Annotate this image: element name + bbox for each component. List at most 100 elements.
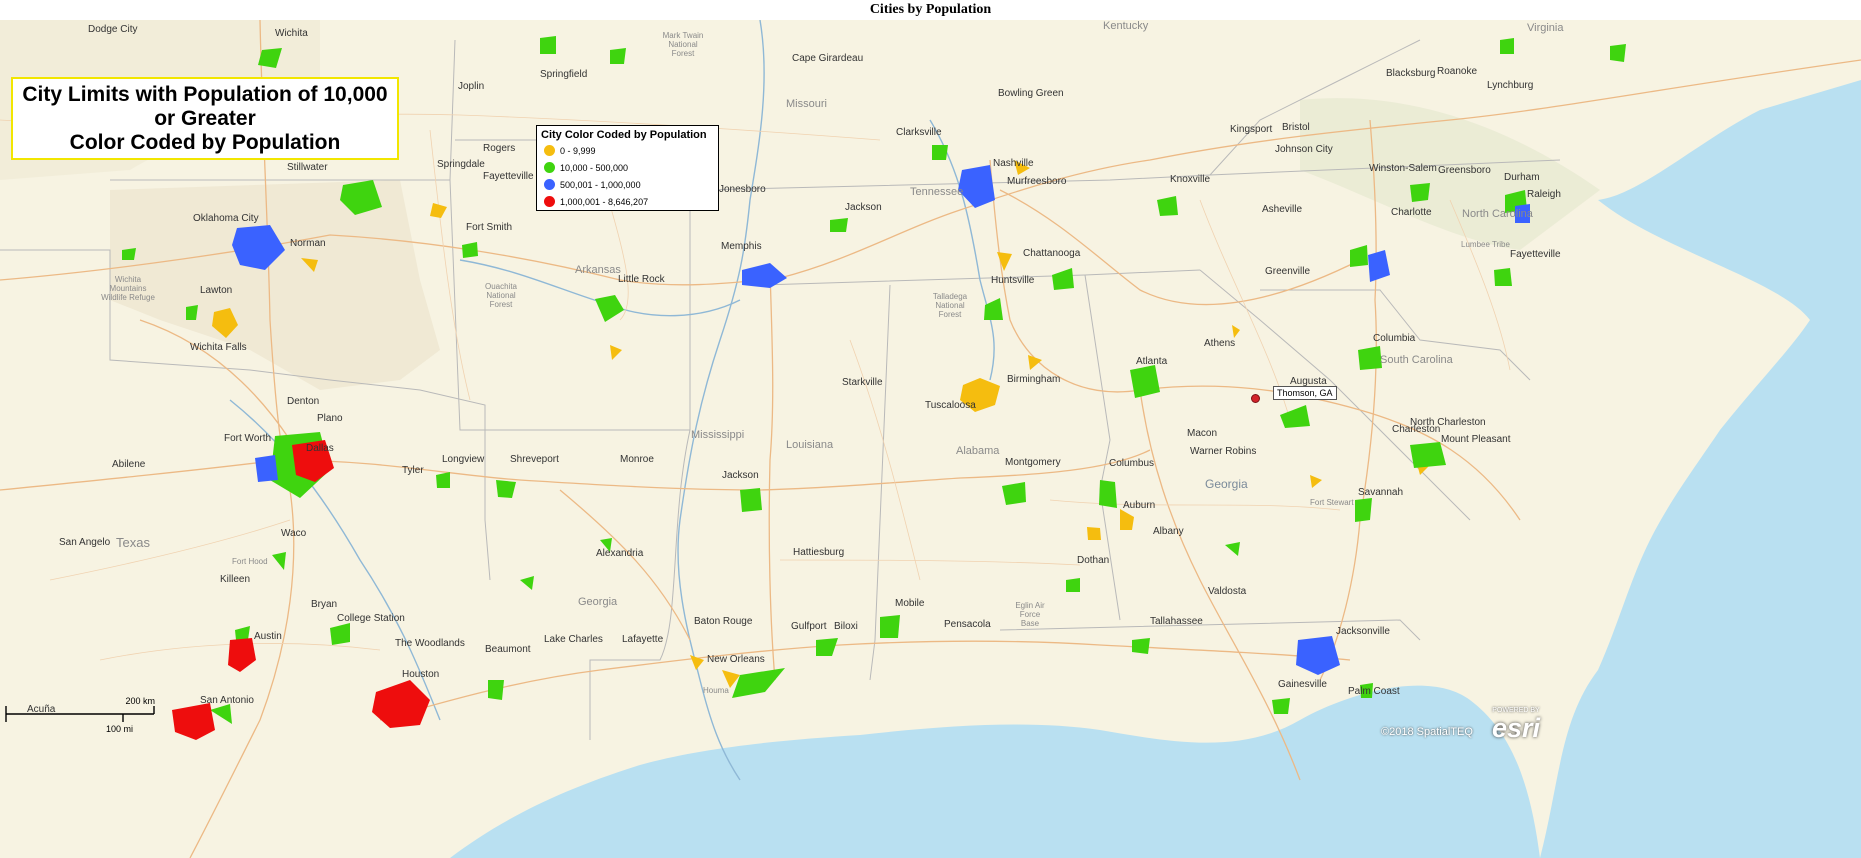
city-label: Baton Rouge	[694, 616, 753, 627]
legend-label: 1,000,001 - 8,646,207	[560, 196, 649, 207]
region-label: Eglin Air Force Base	[1015, 601, 1045, 628]
city-label: Killeen	[220, 574, 251, 585]
city-label: Montgomery	[1005, 457, 1061, 468]
region-label: Fort Hood	[232, 557, 268, 566]
city-label: Jackson	[722, 470, 759, 481]
legend-row: 500,001 - 1,000,000	[541, 176, 714, 193]
city-label: Rogers	[483, 143, 516, 154]
city-label: Pensacola	[944, 619, 991, 630]
city-label: Bryan	[311, 599, 338, 610]
region-label: Missouri	[786, 98, 827, 110]
page-title: Cities by Population	[0, 0, 1861, 20]
city-label: Mount Pleasant	[1441, 434, 1511, 445]
city-label: Lafayette	[622, 634, 664, 645]
city-label: Gainesville	[1278, 679, 1327, 690]
city-label: Charlotte	[1391, 207, 1432, 218]
legend-row: 10,000 - 500,000	[541, 159, 714, 176]
city-label: Raleigh	[1527, 189, 1561, 200]
city-label: Wichita Falls	[190, 342, 247, 353]
city-label: San Angelo	[59, 537, 111, 548]
region-label: North Carolina	[1462, 208, 1533, 220]
city-label: Stillwater	[287, 162, 328, 173]
region-label: Alabama	[956, 445, 1000, 457]
city-label: Plano	[317, 413, 343, 424]
region-label: Mississippi	[691, 429, 745, 441]
legend-swatch-icon	[544, 145, 555, 156]
city-label: Durham	[1504, 172, 1540, 183]
region-label: Louisiana	[786, 439, 834, 451]
region-label: Texas	[116, 535, 150, 550]
city-label: Tallahassee	[1150, 616, 1203, 627]
city-label: Gulfport	[791, 621, 827, 632]
city-label: Jonesboro	[719, 184, 766, 195]
city-label: Alexandria	[596, 548, 644, 559]
city-label: Norman	[290, 238, 326, 249]
map-title-box: City Limits with Population of 10,000 or…	[11, 77, 399, 160]
city-label: Kingsport	[1230, 124, 1273, 135]
city-label: Tyler	[402, 465, 424, 476]
region-label: Georgia	[578, 596, 618, 608]
city-label: Roanoke	[1437, 66, 1478, 77]
city-label: Nashville	[993, 158, 1034, 169]
city-label: Jackson	[845, 202, 882, 213]
esri-logo: POWERED BY esri	[1490, 707, 1542, 743]
city-label: Abilene	[112, 459, 146, 470]
city-label: Birmingham	[1007, 374, 1061, 385]
region-label: Arkansas	[575, 264, 621, 276]
region-label: Virginia	[1527, 22, 1564, 34]
city-label: Starkville	[842, 377, 883, 388]
city-label: Waco	[281, 528, 307, 539]
region-label: Talladega National Forest	[932, 292, 968, 319]
region-label: Tennessee	[910, 186, 964, 198]
city-label: Monroe	[620, 454, 654, 465]
city-label: Winston-Salem	[1369, 163, 1437, 174]
legend-title: City Color Coded by Population	[541, 129, 707, 141]
city-label: Savannah	[1358, 487, 1404, 498]
city-label: Auburn	[1123, 500, 1156, 511]
city-label: Fayetteville	[483, 171, 534, 182]
region-label: Georgia	[1205, 477, 1248, 491]
city-label: New Orleans	[707, 654, 765, 665]
city-label: Charleston	[1392, 424, 1441, 435]
city-label: Shreveport	[510, 454, 559, 465]
map-legend: City Color Coded by Population 0 - 9,999…	[536, 125, 719, 211]
city-label: Chattanooga	[1023, 248, 1081, 259]
legend-label: 10,000 - 500,000	[560, 162, 629, 173]
legend-label: 0 - 9,999	[560, 145, 596, 156]
region-label: Lumbee Tribe	[1461, 240, 1510, 249]
city-label: Columbus	[1109, 458, 1155, 469]
scale-km-label: 200 km	[125, 696, 155, 706]
region-label: Mark Twain National Forest	[662, 31, 704, 58]
legend-swatch-icon	[544, 196, 555, 207]
city-label: Cape Girardeau	[792, 53, 864, 64]
city-label: Jacksonville	[1336, 626, 1390, 637]
city-label: Memphis	[721, 241, 762, 252]
city-label: Austin	[254, 631, 282, 642]
city-label: Beaumont	[485, 644, 531, 655]
city-label: Denton	[287, 396, 320, 407]
location-pin-icon[interactable]	[1251, 394, 1260, 403]
title-line-2: or Greater	[154, 107, 256, 130]
city-label: Murfreesboro	[1007, 176, 1067, 187]
city-label: Springfield	[540, 69, 588, 80]
city-label: Biloxi	[834, 621, 858, 632]
city-label: Fort Smith	[466, 222, 513, 233]
copyright-text: ©2018 SpatialTEQ	[1381, 726, 1473, 738]
region-label: South Carolina	[1380, 354, 1453, 366]
city-label: Greensboro	[1438, 165, 1491, 176]
esri-brand-text: esri	[1491, 713, 1541, 743]
legend-swatch-icon	[544, 179, 555, 190]
city-label: Little Rock	[618, 274, 665, 285]
city-label: Palm Coast	[1348, 686, 1400, 697]
city-label: Lynchburg	[1487, 80, 1534, 91]
city-label: Asheville	[1262, 204, 1303, 215]
city-label: Dallas	[306, 443, 334, 454]
legend-row: 1,000,001 - 8,646,207	[541, 193, 714, 210]
city-label: Hattiesburg	[793, 547, 845, 558]
legend-swatch-icon	[544, 162, 555, 173]
location-callout[interactable]: Thomson, GA	[1273, 386, 1337, 400]
city-label: Fayetteville	[1510, 249, 1561, 260]
city-label: Springdale	[437, 159, 485, 170]
city-label: Albany	[1153, 526, 1184, 537]
city-label: Mobile	[895, 598, 925, 609]
